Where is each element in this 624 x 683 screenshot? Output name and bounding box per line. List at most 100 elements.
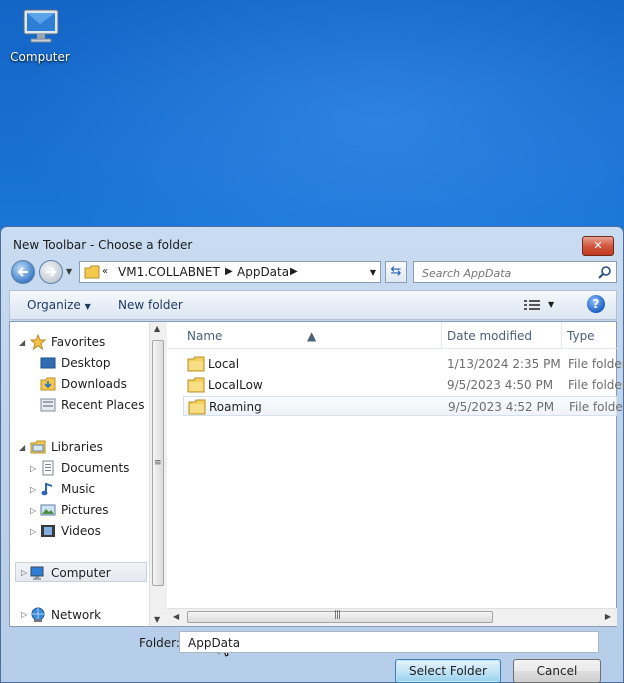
folder-icon: [187, 377, 205, 393]
expand-icon[interactable]: ▷: [30, 506, 36, 515]
nav-videos[interactable]: Videos: [40, 523, 101, 541]
file-name: LocalLow: [208, 378, 263, 392]
collapse-icon[interactable]: ◢: [19, 338, 25, 347]
nav-vertical-scrollbar[interactable]: ▲ ≡ ▼: [149, 322, 167, 626]
scroll-left-icon[interactable]: ◀: [173, 612, 179, 621]
column-divider[interactable]: [441, 322, 442, 348]
file-name: Local: [208, 357, 240, 371]
view-options-dropdown-icon[interactable]: ▼: [548, 300, 554, 309]
pictures-icon: [40, 504, 56, 516]
expand-icon[interactable]: ▷: [30, 464, 36, 473]
folder-icon: [187, 356, 205, 372]
desktop-icon-computer[interactable]: Computer: [8, 8, 72, 64]
scroll-right-icon[interactable]: ▶: [605, 612, 611, 621]
nav-favorites[interactable]: Favorites: [30, 334, 105, 352]
help-icon[interactable]: ?: [587, 295, 605, 313]
videos-icon: [41, 525, 55, 537]
column-date-modified[interactable]: Date modified: [447, 329, 532, 343]
nav-music[interactable]: Music: [40, 481, 95, 499]
expand-icon[interactable]: ▷: [30, 485, 36, 494]
chevron-down-icon: ▼: [84, 302, 91, 311]
new-folder-button[interactable]: New folder: [118, 298, 183, 312]
column-divider[interactable]: [561, 322, 562, 348]
recent-pages-dropdown-icon[interactable]: ▼: [66, 267, 72, 276]
documents-icon: [42, 460, 54, 476]
organize-menu[interactable]: Organize ▼: [27, 298, 91, 312]
nav-libraries[interactable]: Libraries: [30, 439, 103, 457]
scroll-up-icon[interactable]: ▲: [154, 324, 160, 333]
browser-area: ◢ Favorites Desktop Downloads Recent Pla…: [9, 321, 624, 627]
expand-icon[interactable]: ▷: [21, 610, 27, 619]
file-type: File folder: [568, 357, 624, 371]
folder-field[interactable]: [179, 631, 599, 653]
file-row-roaming[interactable]: Roaming 9/5/2023 4:52 PM File folder: [183, 396, 624, 416]
sort-ascending-icon: ▲: [307, 329, 317, 343]
navigation-bar: ▼ « VM1.COLLABNET ▶ AppData ▶ ▼ ⇆: [9, 259, 617, 287]
expand-icon[interactable]: ▷: [21, 568, 27, 577]
file-date: 9/5/2023 4:50 PM: [447, 378, 554, 392]
search-input[interactable]: [420, 263, 594, 283]
history-chevron[interactable]: «: [102, 266, 108, 277]
choose-folder-dialog: New Toolbar - Choose a folder ✕ ▼ « VM1.…: [0, 226, 624, 683]
address-dropdown-icon[interactable]: ▼: [370, 268, 376, 277]
computer-icon: [20, 8, 60, 43]
music-icon: [41, 483, 52, 496]
file-row-locallow[interactable]: LocalLow 9/5/2023 4:50 PM File folder: [183, 375, 624, 395]
command-bar: Organize ▼ New folder ▼ ?: [9, 290, 617, 320]
column-headers: ▲ Name Date modified Type: [167, 322, 617, 349]
refresh-icon: ⇆: [390, 264, 402, 279]
forward-button[interactable]: [39, 260, 63, 284]
address-bar[interactable]: « VM1.COLLABNET ▶ AppData ▶ ▼: [79, 261, 381, 283]
scroll-down-icon[interactable]: ▼: [154, 615, 160, 624]
nav-recent-places[interactable]: Recent Places: [40, 397, 144, 415]
file-horizontal-scrollbar[interactable]: ◀ ||| ▶: [167, 608, 617, 626]
forward-arrow-icon: [46, 267, 57, 277]
folder-label: Folder:: [139, 636, 180, 650]
breadcrumb-vm1[interactable]: VM1.COLLABNET: [118, 265, 220, 279]
nav-downloads[interactable]: Downloads: [40, 376, 127, 394]
nav-desktop[interactable]: Desktop: [40, 355, 111, 373]
breadcrumb-separator-icon[interactable]: ▶: [225, 266, 233, 277]
file-name: Roaming: [209, 400, 262, 414]
close-button[interactable]: ✕: [582, 236, 614, 256]
nav-network[interactable]: Network: [30, 607, 101, 625]
network-icon: [31, 607, 45, 622]
star-icon: [30, 334, 46, 350]
nav-documents[interactable]: Documents: [40, 460, 129, 478]
computer-icon: [30, 566, 44, 580]
cancel-button[interactable]: Cancel: [513, 659, 601, 683]
downloads-icon: [40, 377, 56, 391]
file-row-local[interactable]: Local 1/13/2024 2:35 PM File folder: [183, 354, 624, 374]
nav-computer[interactable]: Computer: [30, 565, 111, 583]
dialog-title: New Toolbar - Choose a folder: [13, 238, 193, 252]
folder-input[interactable]: [186, 635, 590, 651]
nav-pictures[interactable]: Pictures: [40, 502, 109, 520]
desktop-icon-label: Computer: [10, 50, 70, 64]
back-arrow-icon: [17, 267, 28, 277]
breadcrumb-separator-icon[interactable]: ▶: [290, 266, 298, 277]
search-box[interactable]: [413, 261, 617, 283]
refresh-button[interactable]: ⇆: [385, 261, 407, 283]
scroll-grip-icon: ≡: [154, 458, 162, 468]
column-name[interactable]: Name: [187, 329, 222, 343]
select-folder-button[interactable]: Select Folder: [395, 659, 501, 683]
file-list: ▲ Name Date modified Type Local 1/13/202…: [167, 322, 624, 626]
expand-icon[interactable]: ▷: [30, 527, 36, 536]
view-details-icon[interactable]: [524, 299, 540, 311]
column-type[interactable]: Type: [567, 329, 595, 343]
navigation-pane: ◢ Favorites Desktop Downloads Recent Pla…: [10, 322, 167, 626]
folder-icon: [84, 265, 100, 279]
collapse-icon[interactable]: ◢: [19, 443, 25, 452]
scroll-grip-icon: |||: [334, 610, 341, 620]
back-button[interactable]: [11, 260, 35, 284]
desktop-icon: [40, 357, 56, 369]
file-date: 1/13/2024 2:35 PM: [447, 357, 561, 371]
breadcrumb-appdata[interactable]: AppData: [237, 265, 289, 279]
file-date: 9/5/2023 4:52 PM: [448, 400, 555, 414]
folder-icon: [188, 399, 206, 415]
file-type: File folder: [569, 400, 624, 414]
file-type: File folder: [568, 378, 624, 392]
recent-places-icon: [40, 398, 56, 412]
libraries-icon: [30, 440, 46, 454]
search-icon[interactable]: [598, 265, 612, 279]
